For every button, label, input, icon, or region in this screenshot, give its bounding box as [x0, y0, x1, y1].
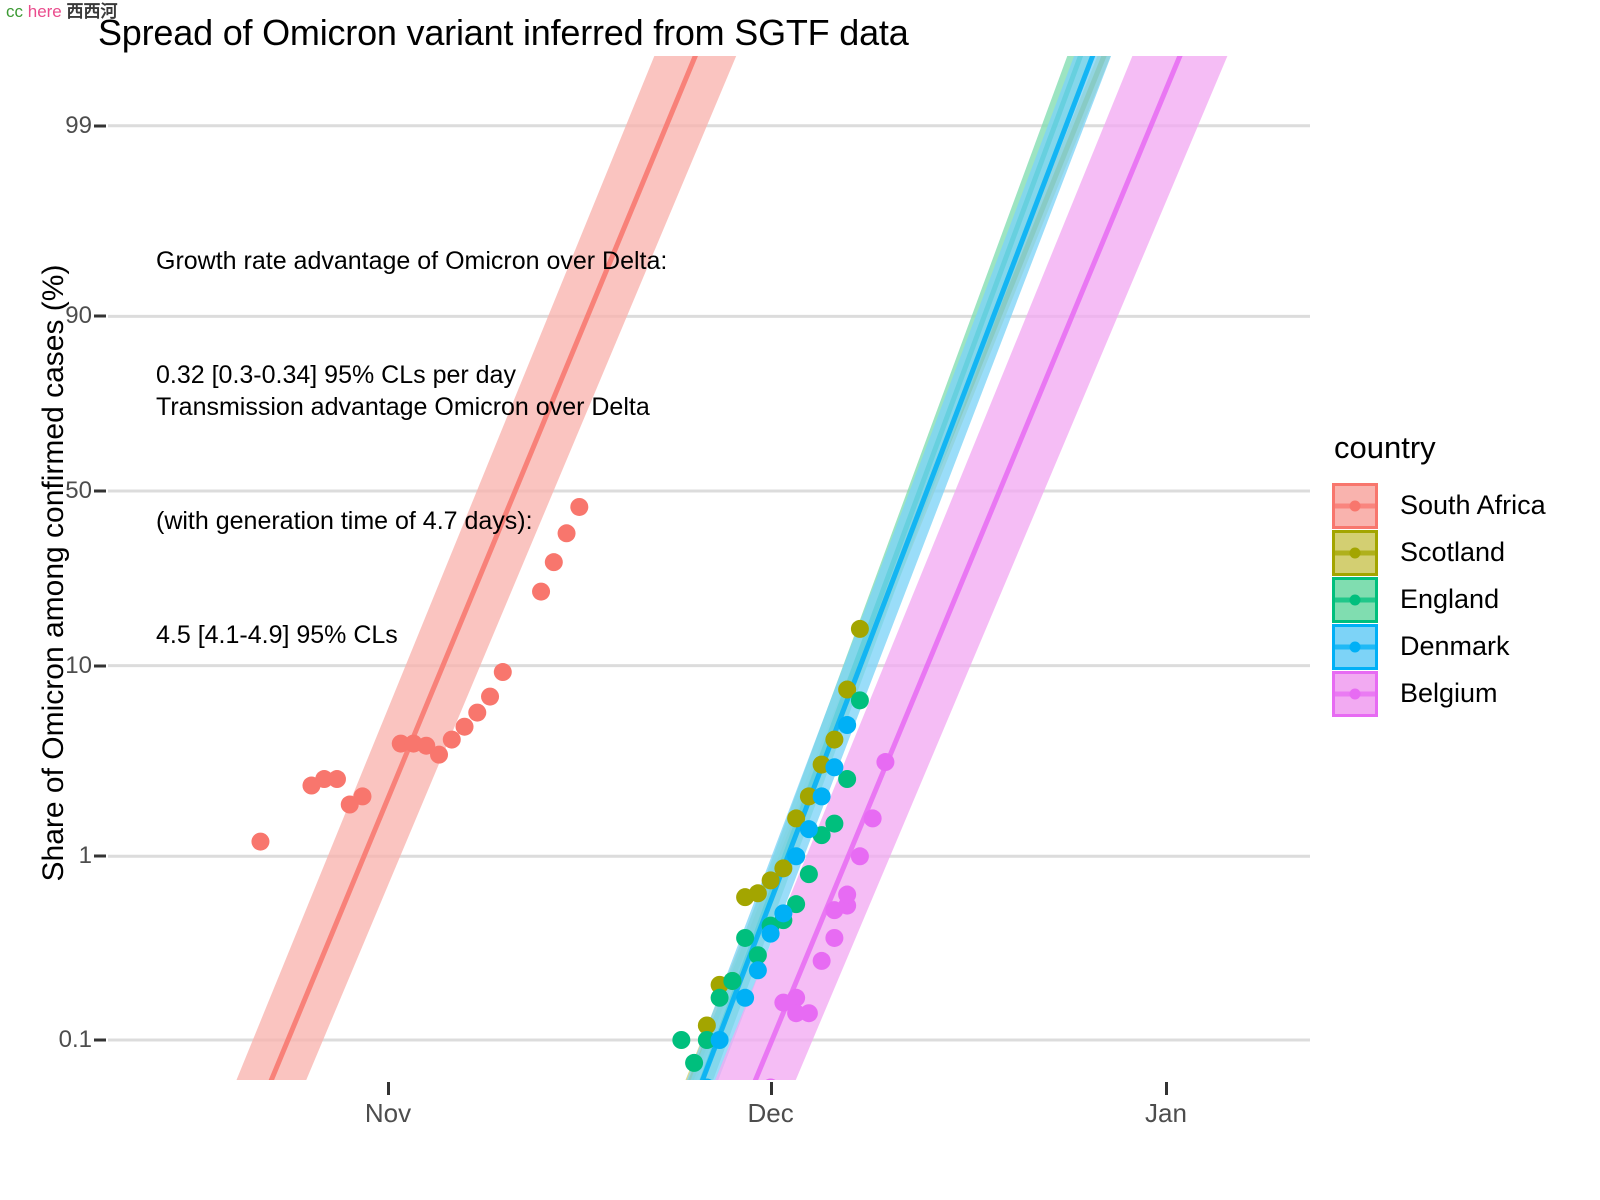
legend-item-england[interactable]: England — [1332, 576, 1546, 623]
y-tick-label-10: 10 — [65, 651, 92, 679]
data-point — [850, 619, 869, 638]
y-tick-mark — [94, 489, 106, 493]
data-point — [787, 988, 806, 1007]
y-tick-label-99: 99 — [65, 111, 92, 139]
data-point — [787, 847, 806, 866]
data-point — [442, 730, 461, 749]
annotation-line-5: 4.5 [4.1-4.9] 95% CLs — [156, 621, 398, 649]
legend-item-denmark[interactable]: Denmark — [1332, 623, 1546, 670]
data-point — [251, 832, 270, 851]
y-tick-label-90: 90 — [65, 302, 92, 330]
data-point — [876, 753, 895, 772]
annotation-line-1: Growth rate advantage of Omicron over De… — [156, 247, 668, 275]
y-axis-ticks: 99 90 50 10 1 0.1 — [0, 0, 106, 1200]
data-point — [736, 988, 755, 1007]
legend-point-marker — [1349, 594, 1361, 605]
y-tick-mark — [94, 664, 106, 668]
data-point — [799, 865, 818, 884]
x-tick-mark — [769, 1082, 773, 1095]
data-point — [710, 988, 729, 1007]
annotation-line-4: (with generation time of 4.7 days): — [156, 507, 533, 535]
data-point — [736, 928, 755, 947]
y-tick-label-0.1: 0.1 — [58, 1026, 92, 1053]
y-tick-label-1: 1 — [78, 842, 92, 870]
data-point — [825, 758, 844, 777]
x-tick-mark — [1165, 1082, 1168, 1095]
data-point — [812, 951, 831, 970]
gridline-1 — [108, 854, 1310, 858]
y-tick-mark — [94, 854, 106, 858]
y-tick-label-50: 50 — [65, 477, 92, 504]
data-point — [799, 820, 818, 839]
x-tick-label-dec: Dec — [747, 1098, 794, 1128]
data-point — [774, 904, 793, 923]
legend-key-swatch — [1332, 482, 1378, 529]
legend-point-marker — [1349, 547, 1361, 558]
legend-point-marker — [1349, 688, 1361, 699]
x-tick-mark — [387, 1082, 390, 1095]
legend-item-belgium[interactable]: Belgium — [1332, 670, 1546, 717]
data-point — [672, 1031, 691, 1049]
legend-item-scotland[interactable]: Scotland — [1332, 529, 1546, 576]
legend-key-swatch — [1332, 623, 1378, 670]
legend-label: South Africa — [1400, 490, 1546, 520]
data-point — [838, 716, 857, 735]
legend-label: Scotland — [1400, 537, 1506, 567]
data-point — [825, 730, 844, 749]
data-point — [430, 745, 449, 764]
data-point — [799, 1004, 818, 1023]
data-point — [748, 961, 767, 980]
legend-point-marker — [1349, 641, 1361, 652]
x-tick-label-nov: Nov — [364, 1098, 412, 1128]
page-title: Spread of Omicron variant inferred from … — [98, 12, 909, 53]
legend: country South Africa Scotland England Denma… — [1332, 430, 1546, 717]
data-point — [761, 924, 780, 943]
data-point — [850, 847, 869, 866]
data-point — [353, 787, 372, 806]
x-tick-label-jan: Jan — [1145, 1098, 1187, 1128]
legend-key-swatch — [1332, 529, 1378, 576]
data-point — [838, 885, 857, 904]
y-tick-mark — [94, 314, 106, 318]
data-point — [825, 814, 844, 833]
legend-label: Belgium — [1400, 678, 1498, 708]
annotation-line-3: Transmission advantage Omicron over Delt… — [156, 393, 650, 421]
data-point — [748, 884, 767, 903]
legend-label: England — [1400, 584, 1500, 614]
legend-key-swatch — [1332, 576, 1378, 623]
y-tick-mark — [94, 124, 106, 128]
data-point — [327, 770, 346, 789]
chart-root: cc here 西西河 Spread of Omicron variant in… — [0, 0, 1600, 1200]
legend-label: Denmark — [1400, 631, 1510, 661]
legend-point-marker — [1349, 500, 1361, 511]
data-point — [812, 787, 831, 806]
legend-key-swatch — [1332, 670, 1378, 717]
data-point — [710, 1031, 729, 1049]
data-point — [850, 691, 869, 710]
annotation-transmission: Transmission advantage Omicron over Delt… — [156, 312, 650, 730]
legend-items: South Africa Scotland England Denmark Belgiu… — [1332, 482, 1546, 717]
data-point — [863, 809, 882, 828]
data-point — [825, 928, 844, 947]
plot-panel: Growth rate advantage of Omicron over De… — [108, 56, 1310, 1080]
legend-item-south-africa[interactable]: South Africa — [1332, 482, 1546, 529]
data-point — [685, 1053, 704, 1072]
data-point — [723, 971, 742, 990]
legend-title: country — [1334, 430, 1436, 465]
y-tick-mark — [94, 1038, 106, 1042]
